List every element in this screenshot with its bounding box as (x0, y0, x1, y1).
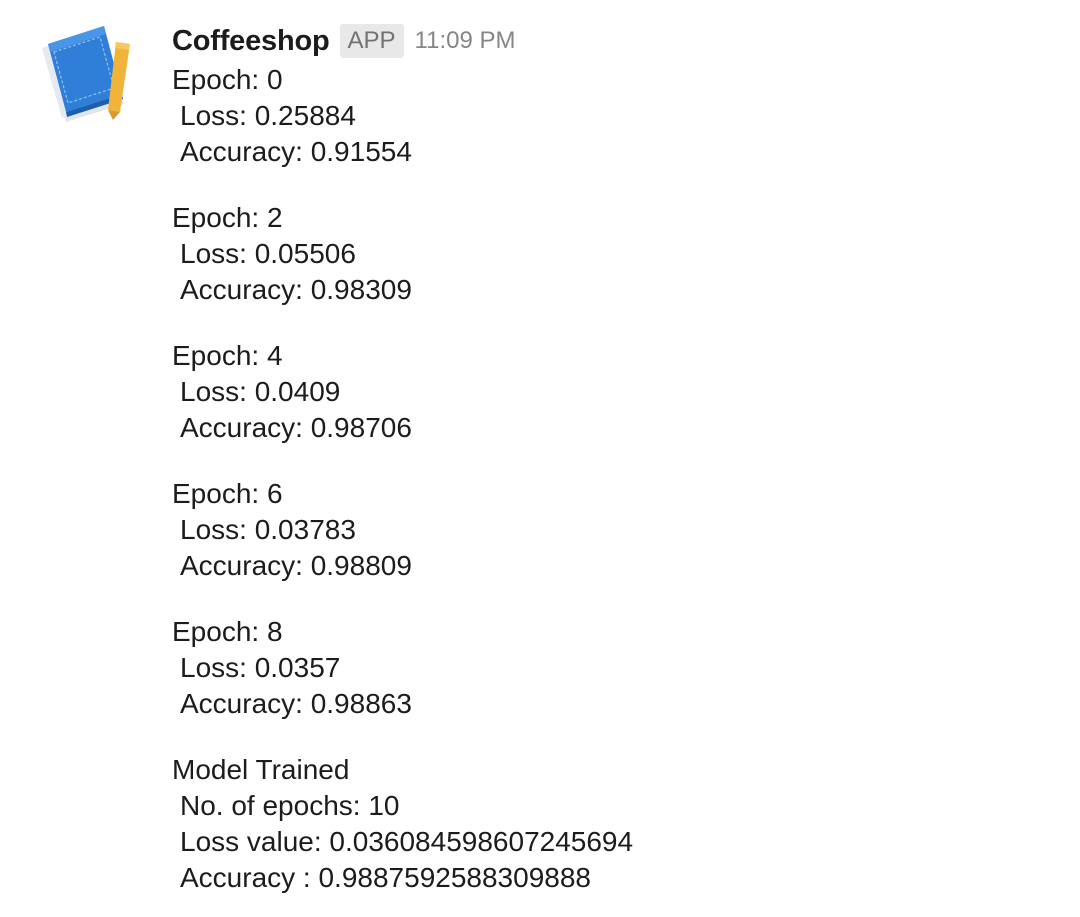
loss-value: Loss: 0.25884 (180, 100, 356, 131)
epoch-label: Epoch: 2 (172, 202, 283, 233)
epoch-count: No. of epochs: 10 (180, 790, 400, 821)
loss-value: Loss: 0.0357 (180, 652, 341, 683)
message-content: Coffeeshop APP 11:09 PM Epoch: 0 Loss: 0… (172, 20, 1052, 896)
loss-value: Loss: 0.03783 (180, 514, 356, 545)
avatar[interactable] (38, 26, 134, 122)
epoch-label: Epoch: 8 (172, 616, 283, 647)
epoch-block: Epoch: 6 Loss: 0.03783 Accuracy: 0.98809 (172, 476, 1052, 584)
summary-title: Model Trained (172, 754, 350, 785)
message-timestamp[interactable]: 11:09 PM (415, 27, 516, 55)
accuracy-value: Accuracy: 0.98706 (180, 412, 412, 443)
loss-value: Loss: 0.05506 (180, 238, 356, 269)
epoch-block: Epoch: 2 Loss: 0.05506 Accuracy: 0.98309 (172, 200, 1052, 308)
app-badge: APP (339, 24, 404, 58)
epoch-label: Epoch: 0 (172, 64, 283, 95)
sender-name[interactable]: Coffeeshop (172, 25, 330, 58)
epoch-block: Epoch: 4 Loss: 0.0409 Accuracy: 0.98706 (172, 338, 1052, 446)
final-loss: Loss value: 0.036084598607245694 (180, 826, 634, 857)
epoch-block: Epoch: 8 Loss: 0.0357 Accuracy: 0.98863 (172, 614, 1052, 722)
accuracy-value: Accuracy: 0.91554 (180, 136, 412, 167)
chat-message: Coffeeshop APP 11:09 PM Epoch: 0 Loss: 0… (0, 0, 1080, 917)
final-accuracy: Accuracy : 0.9887592588309888 (180, 862, 591, 893)
message-body: Epoch: 0 Loss: 0.25884 Accuracy: 0.91554… (172, 62, 1052, 896)
message-header: Coffeeshop APP 11:09 PM (172, 20, 1052, 62)
epoch-label: Epoch: 4 (172, 340, 283, 371)
accuracy-value: Accuracy: 0.98863 (180, 688, 412, 719)
epoch-block: Epoch: 0 Loss: 0.25884 Accuracy: 0.91554 (172, 62, 1052, 170)
summary-block: Model Trained No. of epochs: 10 Loss val… (172, 752, 1052, 896)
notebook-pencil-icon (42, 26, 130, 122)
epoch-label: Epoch: 6 (172, 478, 283, 509)
accuracy-value: Accuracy: 0.98309 (180, 274, 412, 305)
accuracy-value: Accuracy: 0.98809 (180, 550, 412, 581)
loss-value: Loss: 0.0409 (180, 376, 341, 407)
